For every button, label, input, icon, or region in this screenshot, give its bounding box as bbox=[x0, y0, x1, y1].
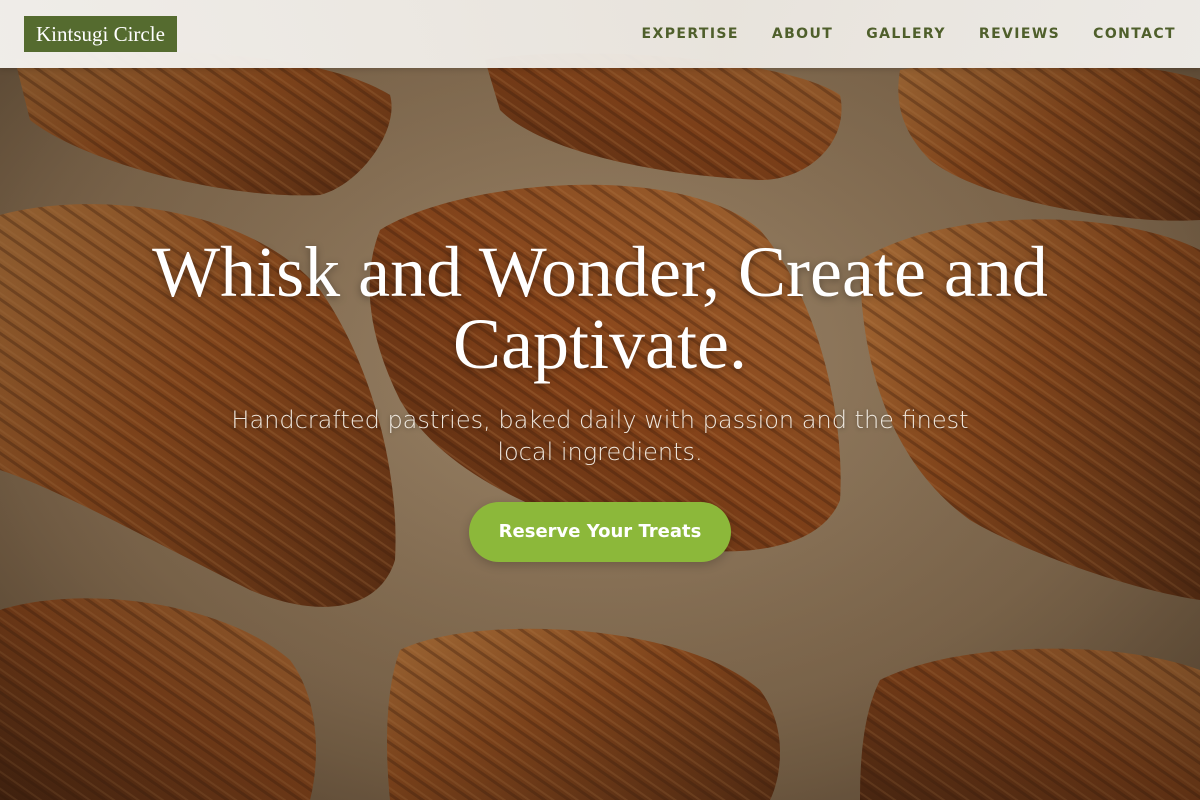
reserve-treats-button[interactable]: Reserve Your Treats bbox=[469, 502, 731, 562]
nav-link-reviews[interactable]: REVIEWS bbox=[979, 26, 1060, 42]
site-header: Kintsugi Circle EXPERTISE ABOUT GALLERY … bbox=[0, 0, 1200, 68]
hero-subtitle: Handcrafted pastries, baked daily with p… bbox=[231, 406, 969, 466]
main-nav: EXPERTISE ABOUT GALLERY REVIEWS CONTACT bbox=[642, 0, 1176, 68]
hero-title: Whisk and Wonder, Create and Captivate. bbox=[152, 232, 1048, 384]
site-logo[interactable]: Kintsugi Circle bbox=[24, 16, 177, 52]
page: Kintsugi Circle EXPERTISE ABOUT GALLERY … bbox=[0, 0, 1200, 800]
nav-link-gallery[interactable]: GALLERY bbox=[866, 26, 946, 42]
nav-link-about[interactable]: ABOUT bbox=[772, 26, 833, 42]
hero-section: Whisk and Wonder, Create and Captivate. … bbox=[0, 68, 1200, 800]
nav-link-contact[interactable]: CONTACT bbox=[1093, 26, 1176, 42]
nav-link-expertise[interactable]: EXPERTISE bbox=[642, 26, 739, 42]
